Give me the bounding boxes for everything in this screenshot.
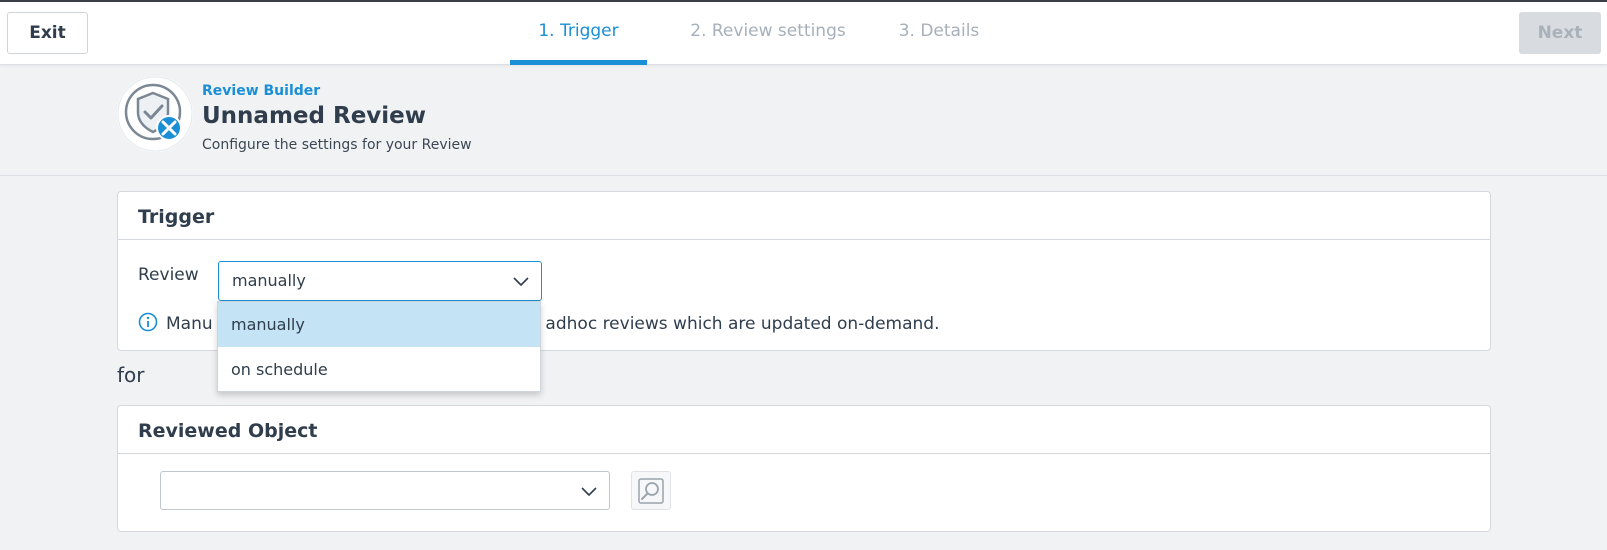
info-text-start: Manu: [166, 314, 213, 334]
for-label: for: [117, 363, 145, 387]
search-lookup-icon: [638, 477, 664, 504]
top-bar: Exit 1. Trigger 2. Review settings 3. De…: [0, 2, 1607, 65]
tab-trigger[interactable]: 1. Trigger: [510, 2, 647, 65]
dropdown-option-on-schedule[interactable]: on schedule: [218, 347, 540, 392]
review-trigger-select[interactable]: manually: [218, 261, 542, 301]
page-subtitle: Configure the settings for your Review: [202, 137, 472, 153]
reviewed-object-panel: Reviewed Object: [117, 405, 1491, 532]
review-trigger-value: manually: [232, 271, 306, 290]
page-header: Review Builder Unnamed Review Configure …: [0, 66, 1607, 176]
review-label: Review: [138, 265, 199, 285]
breadcrumb[interactable]: Review Builder: [202, 83, 320, 99]
shield-check-tools-icon: [117, 76, 193, 152]
review-trigger-dropdown: manually on schedule: [217, 301, 541, 392]
chevron-down-icon: [581, 487, 597, 497]
reviewed-object-title: Reviewed Object: [118, 406, 1490, 454]
tab-review-settings[interactable]: 2. Review settings: [669, 2, 867, 65]
chevron-down-icon: [513, 277, 529, 287]
info-icon: [138, 312, 158, 332]
wizard-steps: 1. Trigger 2. Review settings 3. Details: [0, 2, 1607, 65]
tab-details[interactable]: 3. Details: [892, 2, 986, 65]
trigger-panel-title: Trigger: [118, 192, 1490, 240]
page-title: Unnamed Review: [202, 103, 427, 129]
dropdown-option-manually[interactable]: manually: [218, 302, 540, 347]
next-button[interactable]: Next: [1519, 12, 1601, 54]
info-text-end: or adhoc reviews which are updated on-de…: [522, 314, 940, 334]
reviewed-object-select[interactable]: [160, 471, 610, 510]
lookup-button[interactable]: [631, 471, 671, 510]
